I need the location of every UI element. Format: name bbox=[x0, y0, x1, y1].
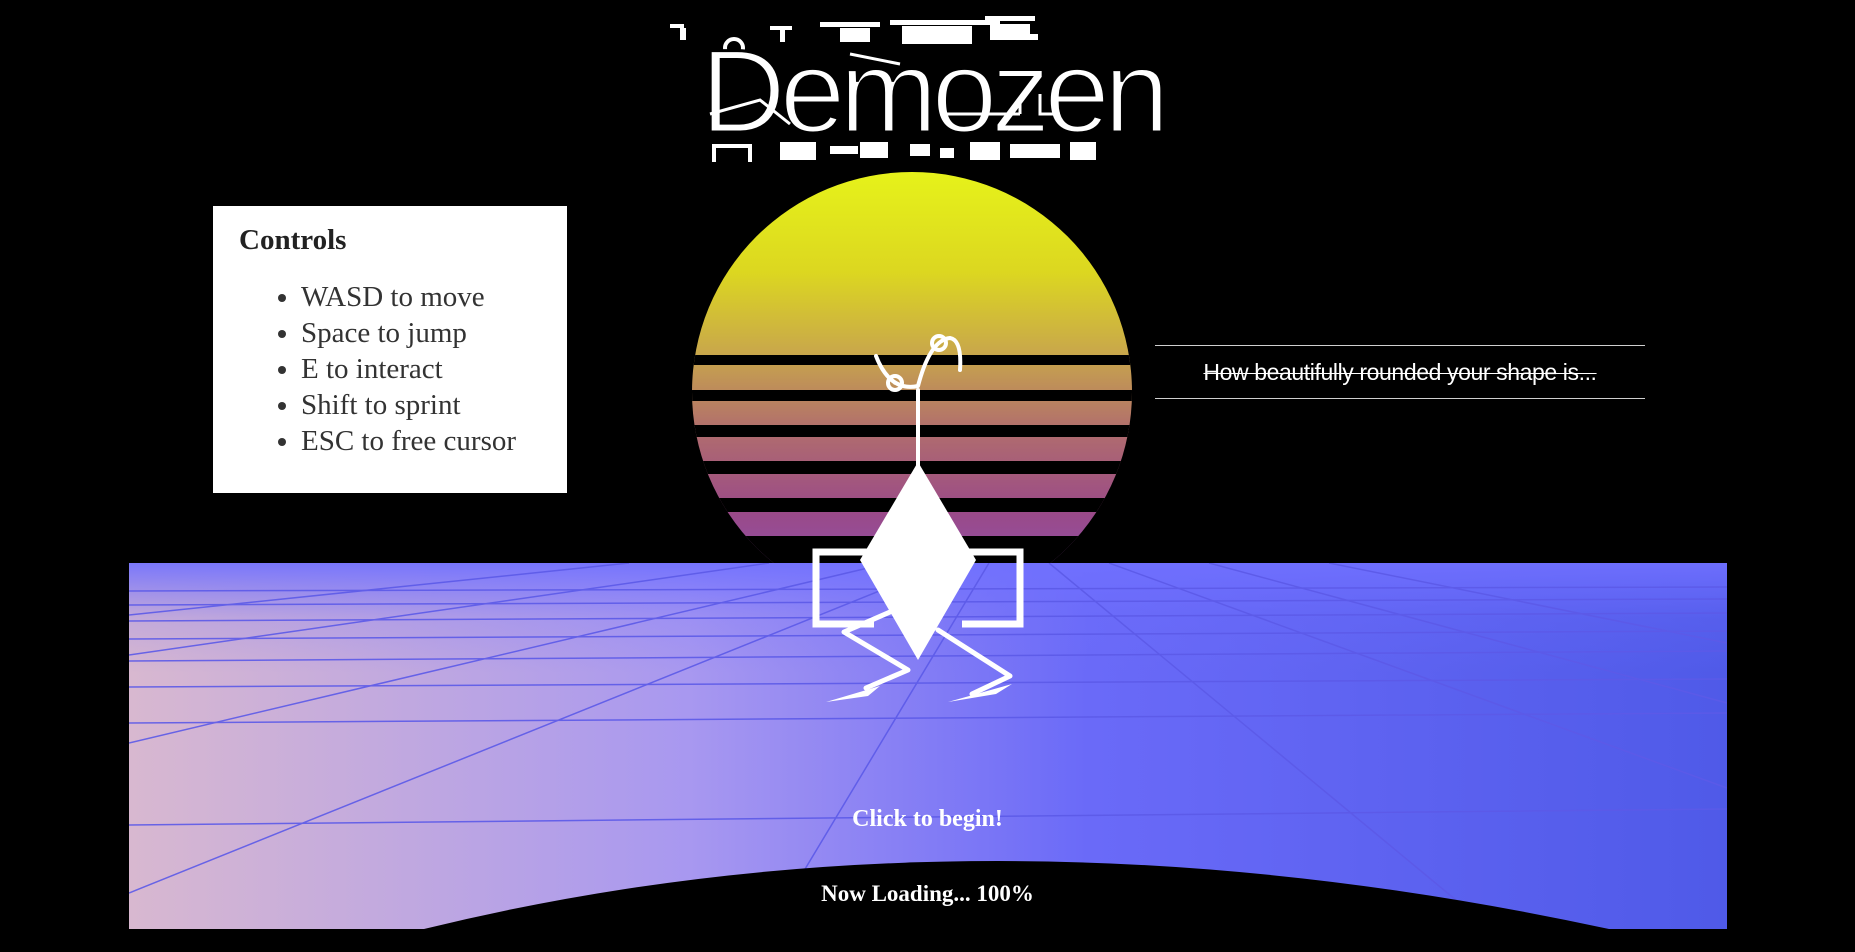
game-title-logo: Demozen bbox=[670, 16, 1171, 162]
control-item-interact: E to interact bbox=[301, 351, 541, 387]
control-item-free-cursor: ESC to free cursor bbox=[301, 423, 541, 459]
game-stage[interactable]: Demozen Controls • WASD to move • Space … bbox=[0, 0, 1855, 952]
game-title-text: Demozen bbox=[700, 26, 1163, 158]
control-item-jump: Space to jump bbox=[301, 315, 541, 351]
click-to-begin-prompt[interactable]: Click to begin! bbox=[0, 806, 1855, 833]
dialog-text: How beautifully rounded your shape is... bbox=[1203, 358, 1597, 385]
controls-panel: Controls WASD to move Space to jump E to… bbox=[213, 206, 567, 493]
control-item-move: WASD to move bbox=[301, 279, 541, 315]
control-item-sprint: Shift to sprint bbox=[301, 387, 541, 423]
player-character bbox=[812, 334, 1024, 702]
dialog-box: How beautifully rounded your shape is... bbox=[1155, 345, 1645, 399]
controls-heading: Controls bbox=[239, 224, 347, 256]
loading-status: Now Loading... 100% bbox=[821, 881, 1034, 906]
controls-list: WASD to move Space to jump E to interact… bbox=[239, 279, 541, 459]
